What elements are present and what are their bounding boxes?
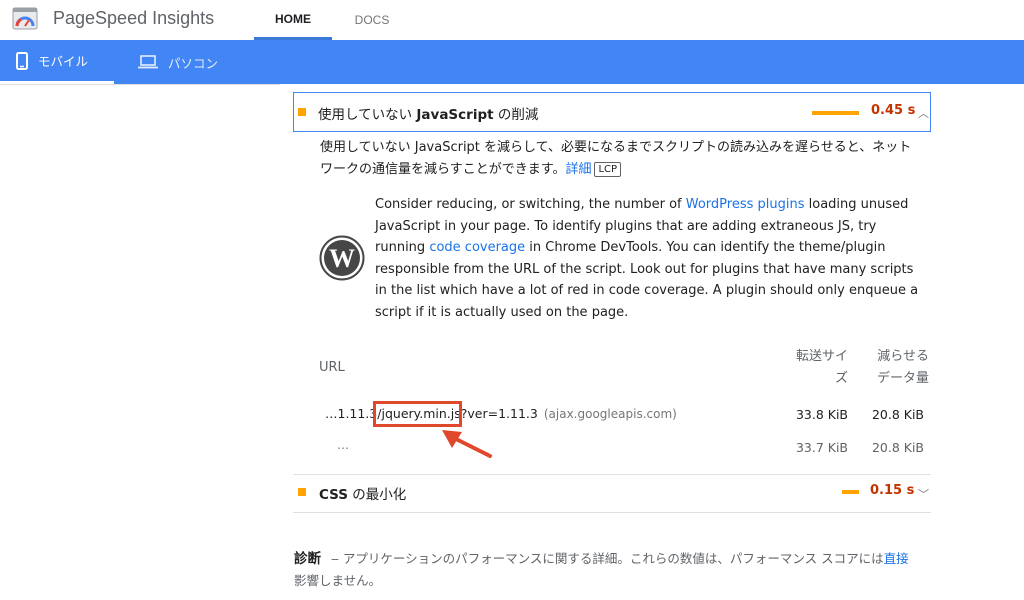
audit-unused-js-title: 使用していない JavaScript の削減 [318,107,539,123]
audit-minify-css-savings: 0.15 s [870,483,915,498]
chevron-up-icon: ︿ [918,107,929,120]
savings-bar [842,490,859,494]
row-transfer-size: 33.8 KiB [795,407,848,422]
table-header-url: URL [319,360,345,375]
separator [293,512,931,513]
device-tab-bar: モバイル パソコン [0,40,1024,84]
laptop-icon [138,55,158,69]
table-header-potential-savings: 減らせる データ量 [876,349,929,386]
subrow-ellipsis: … [337,438,349,452]
tab-desktop-label: パソコン [168,55,219,71]
warning-square-icon [298,488,306,496]
audit-unused-js-savings: 0.45 s [871,103,916,118]
table-header-transfer-size: 転送サイズ [795,349,848,386]
audit-unused-js-header[interactable]: 使用していない JavaScript の削減 0.45 s ︿ [293,92,931,132]
wordpress-icon: W [319,235,365,281]
wordpress-plugins-link[interactable]: WordPress plugins [686,197,805,212]
row-potential-savings: 20.8 KiB [871,407,924,422]
tab-mobile-label: モバイル [38,54,89,69]
svg-text:W: W [329,244,355,273]
tab-desktop[interactable]: パソコン [130,40,230,84]
code-coverage-link[interactable]: code coverage [429,240,525,255]
audit-minify-css-title: CSS の最小化 [319,487,407,503]
warning-square-icon [298,108,306,116]
chevron-down-icon: ﹀ [918,488,929,501]
tab-mobile[interactable]: モバイル [0,40,114,84]
divider [0,84,280,85]
learn-more-link[interactable]: 詳細 [565,162,591,177]
audit-description: 使用していない JavaScript を減らして、必要になるまでスクリプトの読み… [320,140,912,177]
annotation-arrow-icon [442,430,492,458]
lcp-badge: LCP [594,162,622,177]
nav-docs-tab[interactable]: DOCS [340,0,404,40]
url-host: (ajax.googleapis.com) [543,407,677,421]
diagnostics-section: 診断 ‒ アプリケーションのパフォーマンスに関する詳細。これらの数値は、パフォー… [294,551,909,588]
pagespeed-logo-icon[interactable] [12,7,38,31]
savings-bar [812,111,859,115]
brand-title[interactable]: PageSpeed Insights [53,8,214,29]
smartphone-icon [16,51,28,70]
annotation-highlight-box [373,401,462,427]
separator [293,474,931,475]
nav-home-tab[interactable]: HOME [254,0,332,40]
subrow-transfer-size: 33.7 KiB [795,440,848,455]
diagnostics-link[interactable]: 直接 [884,551,909,566]
wordpress-hint: Consider reducing, or switching, the num… [375,197,919,320]
subrow-potential-savings: 20.8 KiB [871,440,924,455]
top-bar: PageSpeed Insights HOME DOCS [0,0,1024,40]
diagnostics-title: 診断 [294,551,321,567]
